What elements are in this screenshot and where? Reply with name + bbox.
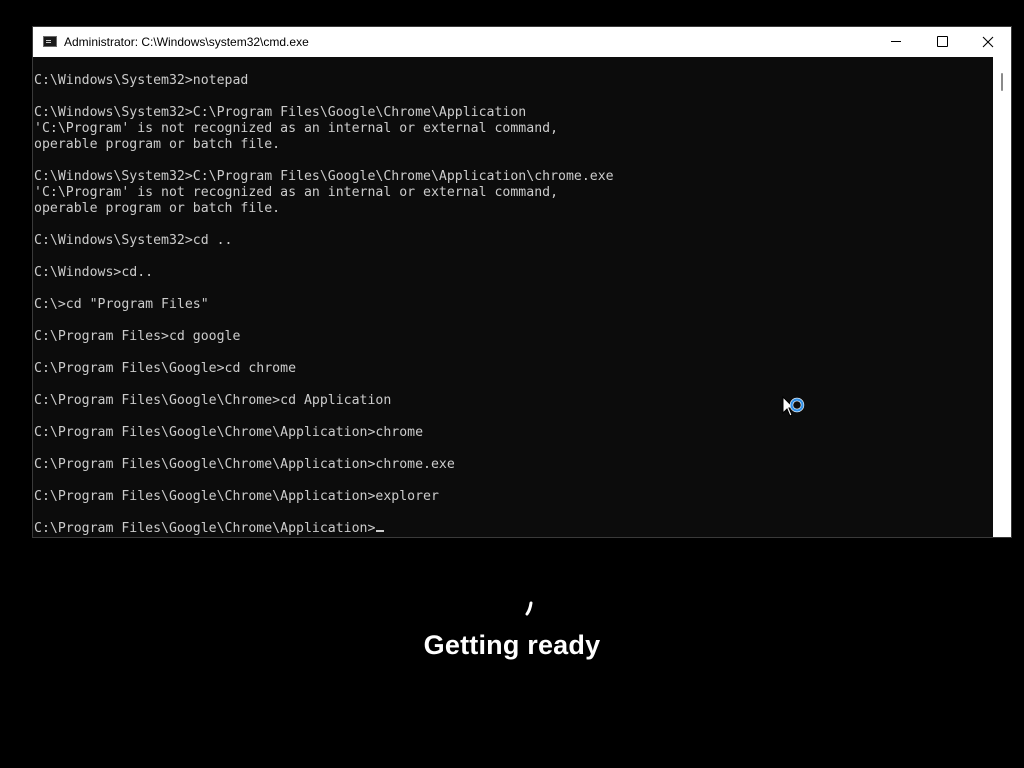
- console-line: C:\Program Files\Google\Chrome\Applicati…: [34, 489, 439, 504]
- console-line: C:\Program Files\Google\Chrome\Applicati…: [34, 425, 424, 440]
- cmd-icon[interactable]: [43, 36, 57, 47]
- text-cursor: [376, 530, 385, 532]
- console-line: C:\Windows\System32>C:\Program Files\Goo…: [34, 105, 527, 120]
- console-prompt-line[interactable]: C:\Program Files\Google\Chrome\Applicati…: [34, 521, 614, 537]
- console-line: C:\>cd "Program Files": [34, 297, 209, 312]
- loading-spinner-icon: [525, 601, 533, 616]
- console-line: C:\Program Files\Google>cd chrome: [34, 361, 297, 376]
- console-output[interactable]: C:\Windows\System32>notepad C:\Windows\Sy…: [33, 57, 993, 537]
- console-line: C:\Windows\System32>notepad: [34, 73, 249, 88]
- console-line: C:\Program Files\Google\Chrome\Applicati…: [34, 457, 455, 472]
- console-line: C:\Windows\System32>C:\Program Files\Goo…: [34, 169, 614, 184]
- maximize-button[interactable]: [919, 27, 965, 57]
- console-line: 'C:\Program' is not recognized as an int…: [34, 121, 559, 136]
- console-line: C:\Windows>cd..: [34, 265, 154, 280]
- vertical-scrollbar[interactable]: [993, 57, 1011, 537]
- console-line: C:\Program Files\Google\Chrome>cd Applic…: [34, 393, 392, 408]
- close-button[interactable]: [965, 27, 1011, 57]
- console-line: 'C:\Program' is not recognized as an int…: [34, 185, 559, 200]
- cmd-window[interactable]: Administrator: C:\Windows\system32\cmd.e…: [33, 27, 1011, 537]
- screen: Administrator: C:\Windows\system32\cmd.e…: [0, 0, 1024, 768]
- close-icon: [982, 36, 994, 48]
- console-prompt: C:\Program Files\Google\Chrome\Applicati…: [34, 521, 376, 536]
- getting-ready-text: Getting ready: [423, 630, 601, 660]
- console-line: C:\Program Files>cd google: [34, 329, 241, 344]
- console-lines: C:\Windows\System32>notepad C:\Windows\Sy…: [34, 73, 614, 537]
- title-bar[interactable]: Administrator: C:\Windows\system32\cmd.e…: [33, 27, 1011, 57]
- scrollbar-thumb[interactable]: [1001, 73, 1003, 91]
- console-line: C:\Windows\System32>cd ..: [34, 233, 233, 248]
- maximize-icon: [937, 36, 948, 47]
- minimize-button[interactable]: [873, 27, 919, 57]
- console-line: operable program or batch file.: [34, 201, 281, 216]
- minimize-icon: [891, 41, 901, 42]
- window-title: Administrator: C:\Windows\system32\cmd.e…: [64, 35, 309, 49]
- busy-cursor-icon: [782, 396, 805, 417]
- console-line: operable program or batch file.: [34, 137, 281, 152]
